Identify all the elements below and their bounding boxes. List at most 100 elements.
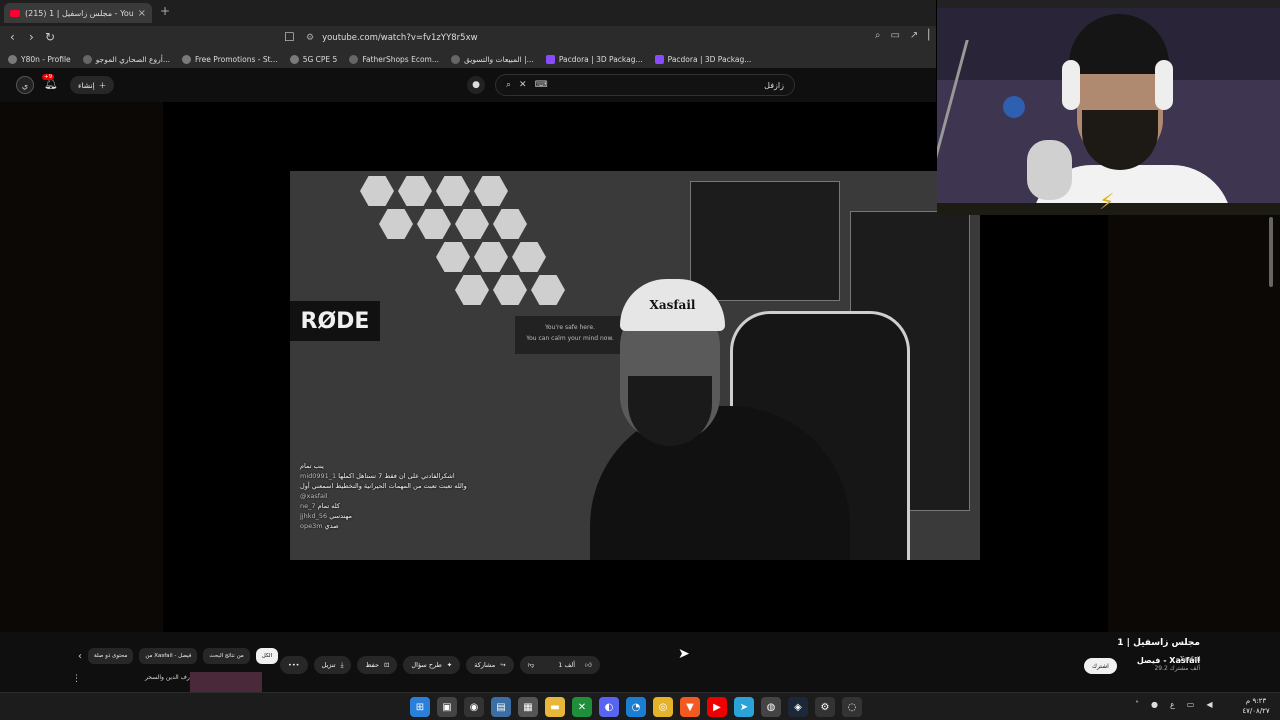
bookmark-item[interactable]: المبيعات والتسويق |... (451, 54, 534, 64)
chevron-left-icon[interactable]: ‹ (78, 651, 82, 662)
chevron-up-icon[interactable]: ˄ (1135, 700, 1139, 709)
bookmark-item[interactable]: FatherShops Ecom... (349, 54, 439, 64)
bookmark-favicon-icon (82, 54, 92, 64)
zoom-icon[interactable]: ⌕ (875, 30, 881, 41)
channel-logo[interactable]: Xasfail (1180, 656, 1202, 670)
chat-message: ينب تمام (300, 462, 324, 470)
omnibox-actions: ⌕ ▭ ↗ ▏ (875, 30, 936, 41)
site-info-icon[interactable]: ⚙ (306, 33, 314, 43)
more-tools-icon[interactable]: ▏ (928, 30, 936, 41)
ask-button[interactable]: طرح سؤال ✦ (403, 656, 461, 674)
language-indicator[interactable]: ع (1170, 700, 1175, 709)
globe-icon (8, 54, 17, 64)
like-dislike-group: 👎︎ 1 ألف 👍︎ (519, 656, 600, 674)
dislike-icon[interactable]: 👎︎ (520, 661, 543, 669)
bookmark-item[interactable]: Pacdora | 3D Packag... (545, 54, 643, 64)
xbox-icon[interactable]: ✕ (572, 697, 592, 717)
voice-search-icon[interactable]: ● (467, 76, 485, 94)
bookmark-item[interactable]: أروع الصحاري الموجو... (82, 54, 170, 64)
hex-light (455, 275, 489, 305)
sparkle-icon: ✦ (446, 661, 453, 669)
steam-icon[interactable]: ◈ (788, 697, 808, 717)
browser-tab-youtube[interactable]: مجلس زاسفيل | 1 (215) - YouTube × (4, 3, 152, 23)
bookmark-page-icon[interactable]: ☐ (284, 30, 295, 44)
edge-icon[interactable]: ◔ (626, 697, 646, 717)
headphone-left (1062, 60, 1080, 110)
bookmark-favicon-icon (451, 54, 461, 64)
pacdora-icon (545, 54, 555, 64)
like-button[interactable]: 1 ألف 👍︎ (542, 661, 600, 669)
app-icon[interactable]: ▤ (491, 697, 511, 717)
download-button[interactable]: تنزيل ⤓ (313, 656, 352, 674)
hex-light (455, 209, 489, 239)
taskbar-apps: ⊞ ▣ ◉ ▤ ▦ ▬ ✕ ◐ ◔ ◎ ▼ ▶ ➤ ◍ ◈ ⚙ ◌ (410, 697, 862, 717)
bookmark-item[interactable]: Free Promotions - St... (182, 54, 278, 64)
youtube-favicon-icon (10, 9, 20, 17)
share-button[interactable]: مشاركة ↪ (466, 656, 514, 674)
globe-icon (289, 54, 299, 64)
save-button[interactable]: حفظ ⊡ (357, 656, 398, 674)
chip-all[interactable]: الكل (255, 648, 279, 664)
recommendation-title[interactable]: ازارف الدين والسحر (145, 674, 196, 681)
subscribe-button[interactable]: اشترك (1084, 658, 1117, 674)
hex-light (379, 209, 413, 239)
url-text: youtube.com/watch?v=fv1zYY8r5xw (322, 33, 478, 43)
discord-icon[interactable]: ◐ (599, 697, 619, 717)
clear-search-icon[interactable]: ✕ (519, 80, 527, 90)
brave-icon[interactable]: ▼ (680, 697, 700, 717)
search-input[interactable]: ⌕ ✕ ⌨ زازفل (495, 74, 795, 96)
chip-related[interactable]: محتوى ذو صلة (88, 648, 134, 664)
more-actions-button[interactable]: ••• (280, 656, 308, 674)
chip-channel[interactable]: من Xasfail - فيصل (139, 648, 198, 664)
obs-icon[interactable]: ◉ (464, 697, 484, 717)
file-explorer-icon[interactable]: ▬ (545, 697, 565, 717)
share-icon[interactable]: ↗ (910, 30, 918, 41)
microphone-icon[interactable]: ● (1151, 700, 1158, 709)
system-clock[interactable]: ٩:٢٣ م ٤٧/٠٨/٢٧ (1234, 696, 1278, 716)
create-button[interactable]: إنشاء ＋ (70, 76, 115, 94)
settings-icon[interactable]: ⚙ (815, 697, 835, 717)
github-icon[interactable]: ◍ (761, 697, 781, 717)
chip-search-results[interactable]: من نتائج البحث (203, 648, 250, 664)
url-bar[interactable]: ⚙ youtube.com/watch?v=fv1zYY8r5xw ⌕ ▭ ↗ … (300, 29, 936, 47)
related-chips: ‹ محتوى ذو صلة من Xasfail - فيصل من نتائ… (78, 648, 279, 664)
camera-brand-label: RØDE (290, 301, 380, 341)
store-icon[interactable]: ▦ (518, 697, 538, 717)
video-frame[interactable]: RØDE You're safe here. You can calm your… (290, 171, 980, 560)
bookmark-item[interactable]: Y80n - Profile (8, 54, 71, 64)
windows-taskbar: ⊞ ▣ ◉ ▤ ▦ ▬ ✕ ◐ ◔ ◎ ▼ ▶ ➤ ◍ ◈ ⚙ ◌ ˄ ● ع … (0, 692, 1280, 720)
youtube-icon[interactable]: ▶ (707, 697, 727, 717)
hex-light (531, 275, 565, 305)
telegram-icon[interactable]: ➤ (734, 697, 754, 717)
youtube-header: ي 🔔︎ +9 إنشاء ＋ ● ⌕ ✕ ⌨ زازفل (0, 68, 936, 102)
more-vertical-icon[interactable]: ⋮ (72, 674, 81, 684)
chrome-icon[interactable]: ◎ (653, 697, 673, 717)
headphone-right (1155, 60, 1173, 110)
search-icon[interactable]: ⌕ (506, 80, 511, 90)
task-view-icon[interactable]: ▣ (437, 697, 457, 717)
reload-icon[interactable]: ↻ (45, 30, 55, 44)
close-tab-icon[interactable]: × (138, 8, 146, 19)
account-avatar[interactable]: ي (16, 76, 34, 94)
chat-message: @xasfail (300, 492, 328, 500)
keyboard-icon[interactable]: ⌨ (535, 80, 548, 90)
plus-icon: ＋ (98, 80, 107, 90)
bookmark-item[interactable]: Pacdora | 3D Packag... (654, 54, 751, 64)
chat-message: ope3m صدي (300, 522, 339, 530)
app-ring-icon[interactable]: ◌ (842, 697, 862, 717)
hex-light (417, 209, 451, 239)
recommendation-thumbnail[interactable] (190, 672, 262, 692)
page-scrollbar[interactable] (1269, 217, 1273, 287)
volume-icon[interactable]: ◀ (1206, 700, 1212, 709)
save-icon: ⊡ (383, 661, 390, 669)
forward-icon[interactable]: › (29, 30, 34, 44)
mouse-cursor-icon: ➤ (678, 646, 690, 662)
new-tab-button[interactable]: + (160, 4, 170, 18)
bookmark-item[interactable]: 5G CPE 5 (289, 54, 337, 64)
cast-icon[interactable]: ▭ (890, 30, 899, 41)
hex-light (436, 176, 470, 206)
windows-start-icon[interactable]: ⊞ (410, 697, 430, 717)
back-icon[interactable]: ‹ (10, 30, 15, 44)
hex-light (493, 275, 527, 305)
network-icon[interactable]: ▭ (1187, 700, 1195, 709)
